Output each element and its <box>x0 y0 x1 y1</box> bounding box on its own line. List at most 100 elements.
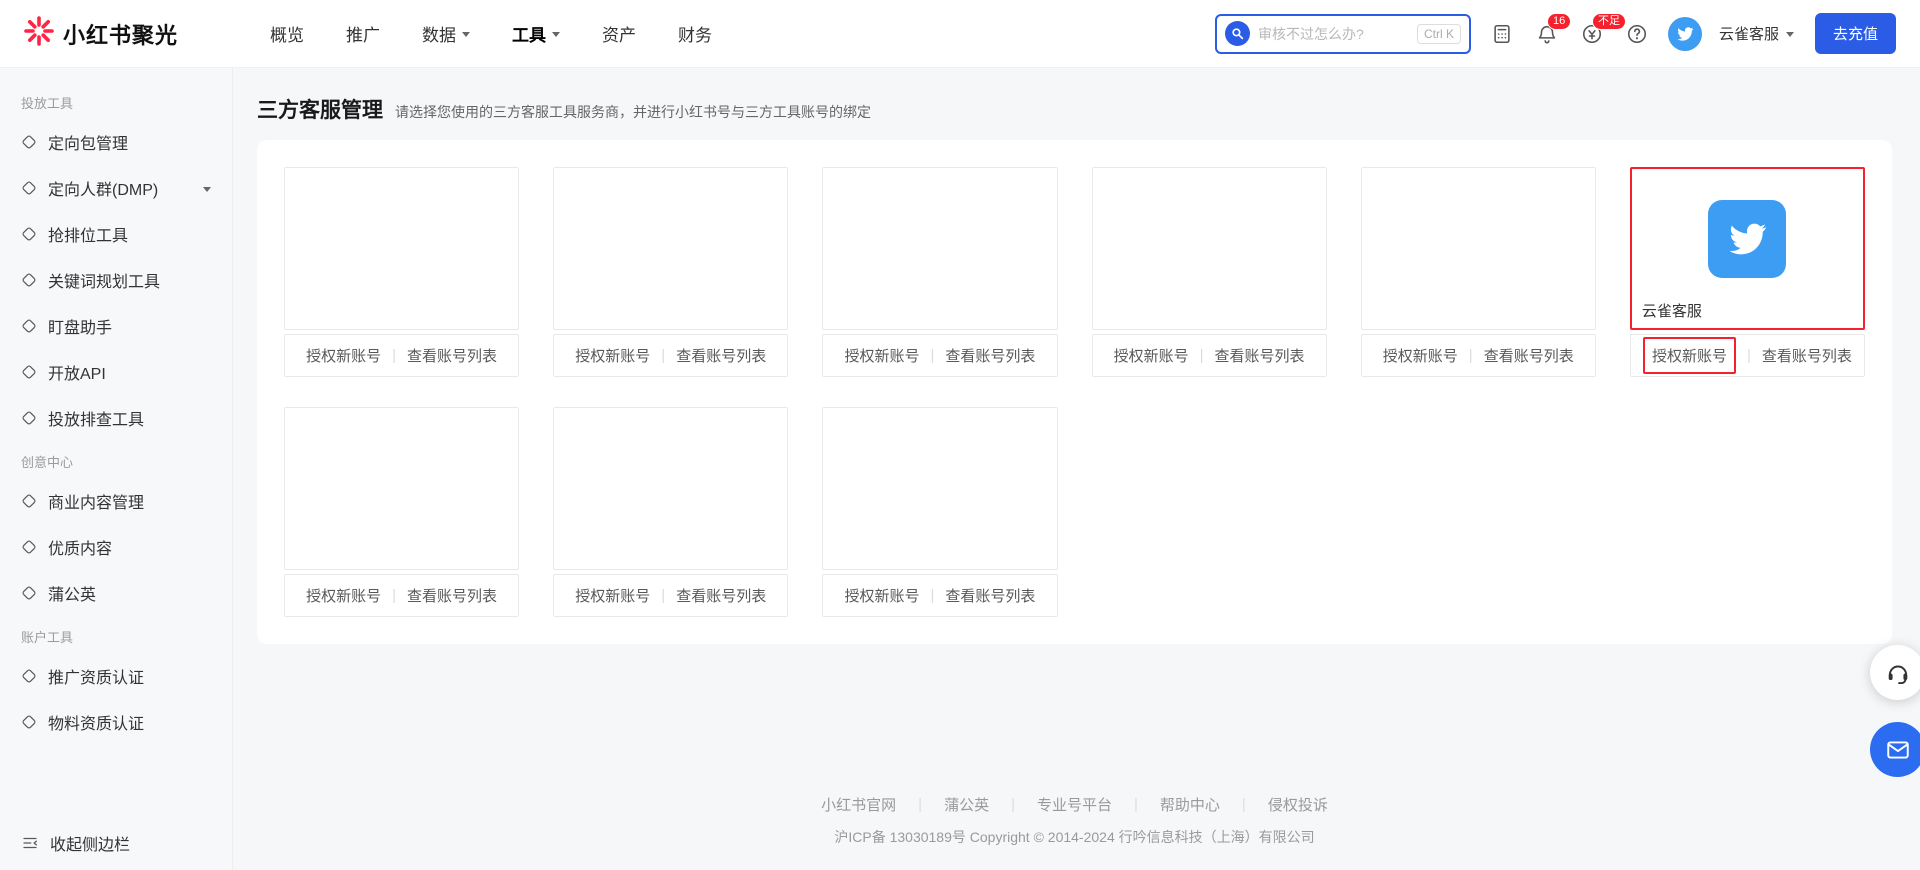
tag-icon <box>22 540 36 554</box>
copyright-text: 沪ICP备 13030189号 Copyright © 2014-2024 行吟… <box>834 829 1315 845</box>
main-content: 三方客服管理 请选择您使用的三方客服工具服务商，并进行小红书号与三方工具账号的绑… <box>233 68 1920 870</box>
chevron-down-icon <box>462 32 471 37</box>
chevron-down-icon <box>203 186 211 192</box>
view-accounts-link[interactable]: 查看账号列表 <box>945 345 1035 366</box>
divider: | <box>1746 347 1751 364</box>
tag-icon <box>22 227 36 241</box>
nav-tools[interactable]: 工具 <box>512 21 561 46</box>
sidebar-section-delivery-tools: 投放工具 <box>21 96 74 111</box>
tag-icon <box>22 273 36 287</box>
footer-links: 小红书官网 | 蒲公英 | 专业号平台 | 帮助中心 | 侵权投诉 <box>257 794 1892 815</box>
authorize-account-link[interactable]: 授权新账号 <box>306 345 381 366</box>
footer-link-help-center[interactable]: 帮助中心 <box>1138 794 1242 815</box>
nav-overview[interactable]: 概览 <box>270 21 304 46</box>
tag-icon <box>22 715 36 729</box>
divider: | <box>1468 347 1473 364</box>
sidebar: 投放工具 定向包管理 定向人群(DMP) 抢排位工具 关键词规划工具 盯盘助手 … <box>0 68 233 870</box>
sidebar-item-targeting-package[interactable]: 定向包管理 <box>0 119 232 165</box>
sidebar-item-keyword-planner[interactable]: 关键词规划工具 <box>0 257 232 303</box>
balance-coin-icon[interactable]: 不足 <box>1578 12 1626 48</box>
topbar-right: Ctrl K 16 不足 <box>1214 12 1896 54</box>
divider: | <box>930 347 935 364</box>
authorize-account-link[interactable]: 授权新账号 <box>575 345 650 366</box>
sidebar-item-dmp[interactable]: 定向人群(DMP) <box>0 165 232 211</box>
sidebar-item-monitor-assistant[interactable]: 盯盘助手 <box>0 303 232 349</box>
divider: | <box>392 347 397 364</box>
nav-promotion[interactable]: 推广 <box>346 21 380 46</box>
search-box[interactable]: Ctrl K <box>1214 13 1471 54</box>
brand[interactable]: 小红书聚光 <box>24 16 178 51</box>
footer-link-pugongying[interactable]: 蒲公英 <box>922 794 1011 815</box>
sidebar-section-creative-center: 创意中心 <box>21 455 74 470</box>
main-nav: 概览 推广 数据 工具 资产 财务 <box>270 21 712 46</box>
authorize-account-link[interactable]: 授权新账号 <box>1114 345 1189 366</box>
sidebar-item-rank-grab[interactable]: 抢排位工具 <box>0 211 232 257</box>
provider-card: 授权新账号 | 查看账号列表 <box>1360 167 1596 377</box>
provider-card: 授权新账号 | 查看账号列表 <box>553 167 789 377</box>
collapse-sidebar-button[interactable]: 收起侧边栏 <box>0 816 232 870</box>
tag-icon <box>22 365 36 379</box>
nav-assets[interactable]: 资产 <box>602 21 636 46</box>
search-shortcut-hint: Ctrl K <box>1416 23 1461 44</box>
calculator-icon[interactable] <box>1488 20 1516 48</box>
provider-card: 授权新账号 | 查看账号列表 <box>822 407 1058 617</box>
customer-support-button[interactable] <box>1870 645 1920 700</box>
sidebar-item-material-qualification[interactable]: 物料资质认证 <box>0 699 232 745</box>
tag-icon <box>22 319 36 333</box>
footer-link-official-site[interactable]: 小红书官网 <box>799 794 918 815</box>
authorize-account-link[interactable]: 授权新账号 <box>844 345 919 366</box>
view-accounts-link[interactable]: 查看账号列表 <box>407 345 497 366</box>
provider-card: 授权新账号 | 查看账号列表 <box>553 407 789 617</box>
nav-data[interactable]: 数据 <box>422 21 471 46</box>
authorize-account-link-highlighted[interactable]: 授权新账号 <box>1642 337 1736 374</box>
sidebar-item-commercial-content[interactable]: 商业内容管理 <box>0 478 232 524</box>
notifications-bell-icon[interactable]: 16 <box>1533 12 1572 48</box>
footer-link-pro-account[interactable]: 专业号平台 <box>1015 794 1134 815</box>
authorize-account-link[interactable]: 授权新账号 <box>844 585 919 606</box>
sidebar-item-quality-content[interactable]: 优质内容 <box>0 524 232 570</box>
search-icon <box>1224 21 1250 46</box>
help-icon[interactable] <box>1623 20 1651 48</box>
user-avatar[interactable] <box>1667 16 1702 51</box>
authorize-account-link[interactable]: 授权新账号 <box>1383 345 1458 366</box>
bird-icon <box>1677 26 1694 41</box>
provider-logo-area <box>284 167 520 330</box>
sidebar-item-promotion-qualification[interactable]: 推广资质认证 <box>0 653 232 699</box>
provider-card: 授权新账号 | 查看账号列表 <box>284 167 520 377</box>
sidebar-item-open-api[interactable]: 开放API <box>0 349 232 395</box>
sidebar-item-delivery-inspection[interactable]: 投放排查工具 <box>0 395 232 441</box>
view-accounts-link[interactable]: 查看账号列表 <box>1484 345 1574 366</box>
collapse-icon <box>23 837 38 849</box>
provider-logo-area-highlighted: 云雀客服 <box>1629 167 1865 330</box>
search-input[interactable] <box>1257 25 1409 42</box>
tag-icon <box>22 411 36 425</box>
brand-logo-icon <box>24 16 54 51</box>
provider-logo-area <box>822 407 1058 570</box>
footer-link-infringement[interactable]: 侵权投诉 <box>1246 794 1350 815</box>
tag-icon <box>22 494 36 508</box>
balance-insufficient-badge: 不足 <box>1591 12 1626 30</box>
view-accounts-link[interactable]: 查看账号列表 <box>1762 345 1852 366</box>
divider: | <box>930 587 935 604</box>
view-accounts-link[interactable]: 查看账号列表 <box>407 585 497 606</box>
view-accounts-link[interactable]: 查看账号列表 <box>676 345 766 366</box>
provider-logo-area <box>822 167 1058 330</box>
recharge-button[interactable]: 去充值 <box>1814 13 1896 54</box>
sidebar-item-pugongying[interactable]: 蒲公英 <box>0 570 232 616</box>
provider-logo-area <box>1360 167 1596 330</box>
user-menu[interactable]: 云雀客服 <box>1719 23 1794 44</box>
view-accounts-link[interactable]: 查看账号列表 <box>945 585 1035 606</box>
authorize-account-link[interactable]: 授权新账号 <box>575 585 650 606</box>
feedback-mail-button[interactable] <box>1870 722 1920 777</box>
provider-name-label: 云雀客服 <box>1641 303 1702 320</box>
providers-grid: 授权新账号 | 查看账号列表 授权新账号 | 查看账号列表 授权新账号 | 查看… <box>284 167 1865 617</box>
view-accounts-link[interactable]: 查看账号列表 <box>1215 345 1305 366</box>
provider-card: 授权新账号 | 查看账号列表 <box>1091 167 1327 377</box>
view-accounts-link[interactable]: 查看账号列表 <box>676 585 766 606</box>
nav-finance[interactable]: 财务 <box>678 21 712 46</box>
authorize-account-link[interactable]: 授权新账号 <box>306 585 381 606</box>
tag-icon <box>22 586 36 600</box>
mail-icon <box>1886 740 1909 759</box>
page-header: 三方客服管理 请选择您使用的三方客服工具服务商，并进行小红书号与三方工具账号的绑… <box>257 94 1892 124</box>
provider-logo-area <box>553 167 789 330</box>
